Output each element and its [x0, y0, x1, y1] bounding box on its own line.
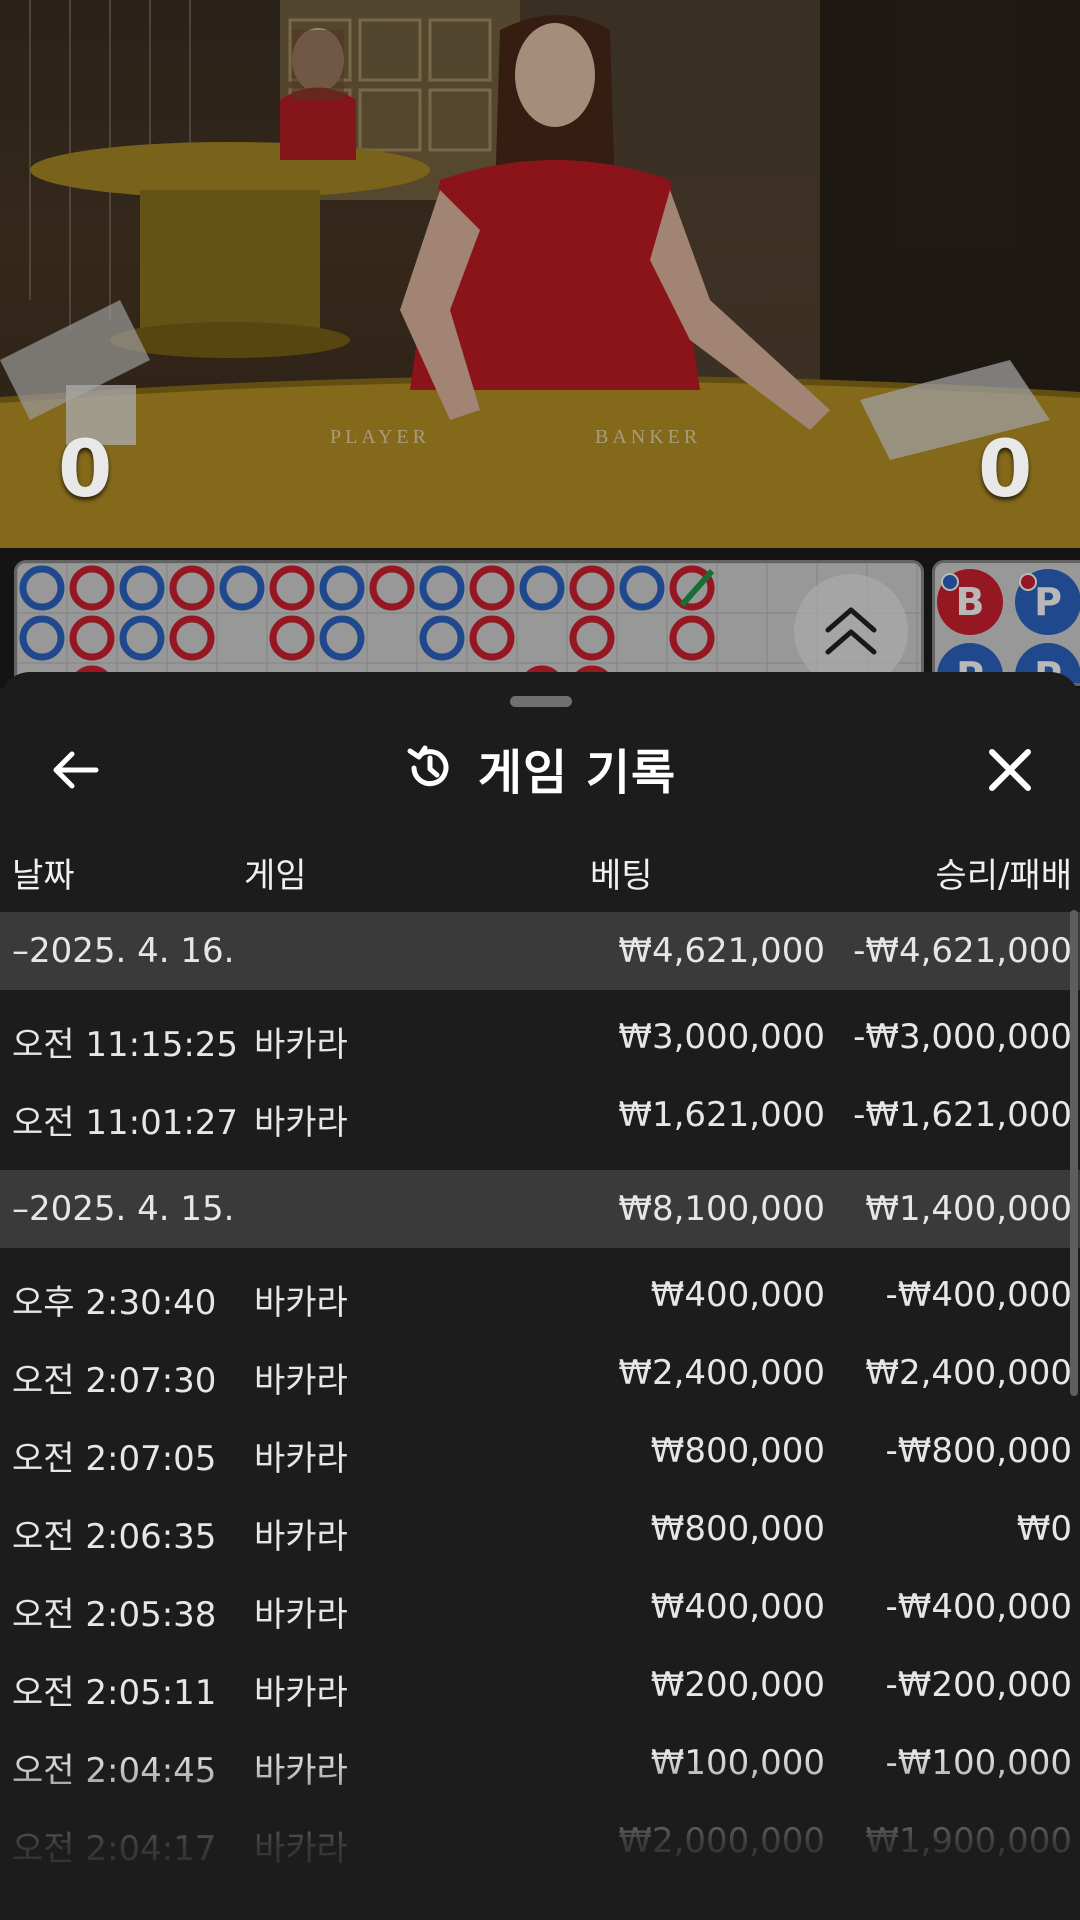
live-video: PLAYER BANKER 0 0 — [0, 0, 1080, 548]
history-list[interactable]: –2025. 4. 16. ₩4,621,000 -₩4,621,000 오전 … — [0, 912, 1080, 1920]
row-bet: ₩800,000 — [650, 1431, 825, 1471]
game-history-sheet: 게임 기록 날짜 게임 베팅 승리/패배 –2025. 4. 16. ₩4,62… — [0, 672, 1080, 1920]
row-game: 바카라 — [254, 1103, 348, 1143]
sheet-title: 게임 기록 — [477, 745, 677, 801]
row-result: -₩800,000 — [885, 1431, 1073, 1471]
group-total-result: ₩1,400,000 — [865, 1189, 1072, 1229]
history-row[interactable]: 오전 2:04:45 바카라 ₩100,000 -₩100,000 — [0, 1724, 1080, 1802]
row-game: 바카라 — [254, 1673, 348, 1713]
row-bet: ₩3,000,000 — [618, 1017, 825, 1057]
row-game: 바카라 — [254, 1361, 348, 1401]
row-game: 바카라 — [254, 1751, 348, 1791]
drag-handle[interactable] — [510, 696, 572, 707]
row-bet: ₩400,000 — [650, 1587, 825, 1627]
row-game: 바카라 — [254, 1025, 348, 1065]
row-bet: ₩2,400,000 — [618, 1353, 825, 1393]
roadmap-dim-overlay — [0, 548, 1080, 688]
row-time: 오전 2:05:38 — [12, 1595, 217, 1635]
row-result: -₩400,000 — [885, 1587, 1073, 1627]
row-result: -₩200,000 — [885, 1665, 1073, 1705]
row-bet: ₩2,000,000 — [618, 1821, 825, 1861]
row-time: 오전 2:05:11 — [12, 1673, 217, 1713]
column-date: 날짜 — [12, 856, 75, 896]
date-group-header[interactable]: –2025. 4. 15. ₩8,100,000 ₩1,400,000 — [0, 1170, 1080, 1248]
history-row[interactable]: 오전 2:07:30 바카라 ₩2,400,000 ₩2,400,000 — [0, 1334, 1080, 1412]
column-bet: 베팅 — [590, 856, 653, 896]
history-row[interactable]: 오전 2:05:38 바카라 ₩400,000 -₩400,000 — [0, 1568, 1080, 1646]
row-game: 바카라 — [254, 1517, 348, 1557]
row-result: ₩2,400,000 — [865, 1353, 1072, 1393]
row-time: 오후 2:30:40 — [12, 1283, 217, 1323]
history-row[interactable]: 오전 11:15:25 바카라 ₩3,000,000 -₩3,000,000 — [0, 998, 1080, 1076]
history-row[interactable]: 오전 2:07:05 바카라 ₩800,000 -₩800,000 — [0, 1412, 1080, 1490]
close-icon — [989, 749, 1031, 791]
history-row[interactable]: 오전 11:01:27 바카라 ₩1,621,000 -₩1,621,000 — [0, 1076, 1080, 1154]
group-total-bet: ₩4,621,000 — [618, 931, 825, 971]
history-row[interactable]: 오전 2:06:35 바카라 ₩800,000 ₩0 — [0, 1490, 1080, 1568]
history-row[interactable]: 오전 2:05:11 바카라 ₩200,000 -₩200,000 — [0, 1646, 1080, 1724]
row-result: -₩3,000,000 — [853, 1017, 1072, 1057]
group-total-bet: ₩8,100,000 — [618, 1189, 825, 1229]
row-result: -₩100,000 — [885, 1743, 1073, 1783]
row-bet: ₩100,000 — [650, 1743, 825, 1783]
column-headers: 날짜 게임 베팅 승리/패배 — [0, 838, 1080, 898]
row-result: -₩1,621,000 — [853, 1095, 1072, 1135]
row-time: 오전 2:06:35 — [12, 1517, 217, 1557]
row-result: ₩0 — [1016, 1509, 1072, 1549]
row-result: ₩1,900,000 — [865, 1821, 1072, 1861]
group-date: –2025. 4. 15. — [12, 1189, 235, 1229]
row-time: 오전 2:07:05 — [12, 1439, 217, 1479]
group-date: –2025. 4. 16. — [12, 931, 235, 971]
date-group-header[interactable]: –2025. 4. 16. ₩4,621,000 -₩4,621,000 — [0, 912, 1080, 990]
group-total-result: -₩4,621,000 — [853, 931, 1072, 971]
row-time: 오전 11:01:27 — [12, 1103, 239, 1143]
row-time: 오전 2:04:17 — [12, 1829, 217, 1869]
row-game: 바카라 — [254, 1439, 348, 1479]
history-row[interactable]: 오후 2:30:40 바카라 ₩400,000 -₩400,000 — [0, 1256, 1080, 1334]
history-icon — [407, 745, 449, 787]
row-game: 바카라 — [254, 1829, 348, 1869]
history-row[interactable]: 오전 2:04:17 바카라 ₩2,000,000 ₩1,900,000 — [0, 1802, 1080, 1880]
row-bet: ₩800,000 — [650, 1509, 825, 1549]
row-time: 오전 11:15:25 — [12, 1025, 239, 1065]
column-win-loss: 승리/패배 — [935, 856, 1072, 896]
row-time: 오전 2:04:45 — [12, 1751, 217, 1791]
row-time: 오전 2:07:30 — [12, 1361, 217, 1401]
row-result: -₩400,000 — [885, 1275, 1073, 1315]
column-game: 게임 — [244, 856, 307, 896]
list-scrollbar[interactable] — [1070, 910, 1078, 1396]
player-score: 0 — [58, 425, 113, 515]
row-bet: ₩400,000 — [650, 1275, 825, 1315]
video-dim-overlay — [0, 0, 1080, 548]
row-bet: ₩200,000 — [650, 1665, 825, 1705]
row-game: 바카라 — [254, 1283, 348, 1323]
row-game: 바카라 — [254, 1595, 348, 1635]
sheet-header: 게임 기록 — [0, 728, 1080, 808]
banker-score: 0 — [978, 425, 1033, 515]
close-button[interactable] — [980, 740, 1040, 800]
row-bet: ₩1,621,000 — [618, 1095, 825, 1135]
